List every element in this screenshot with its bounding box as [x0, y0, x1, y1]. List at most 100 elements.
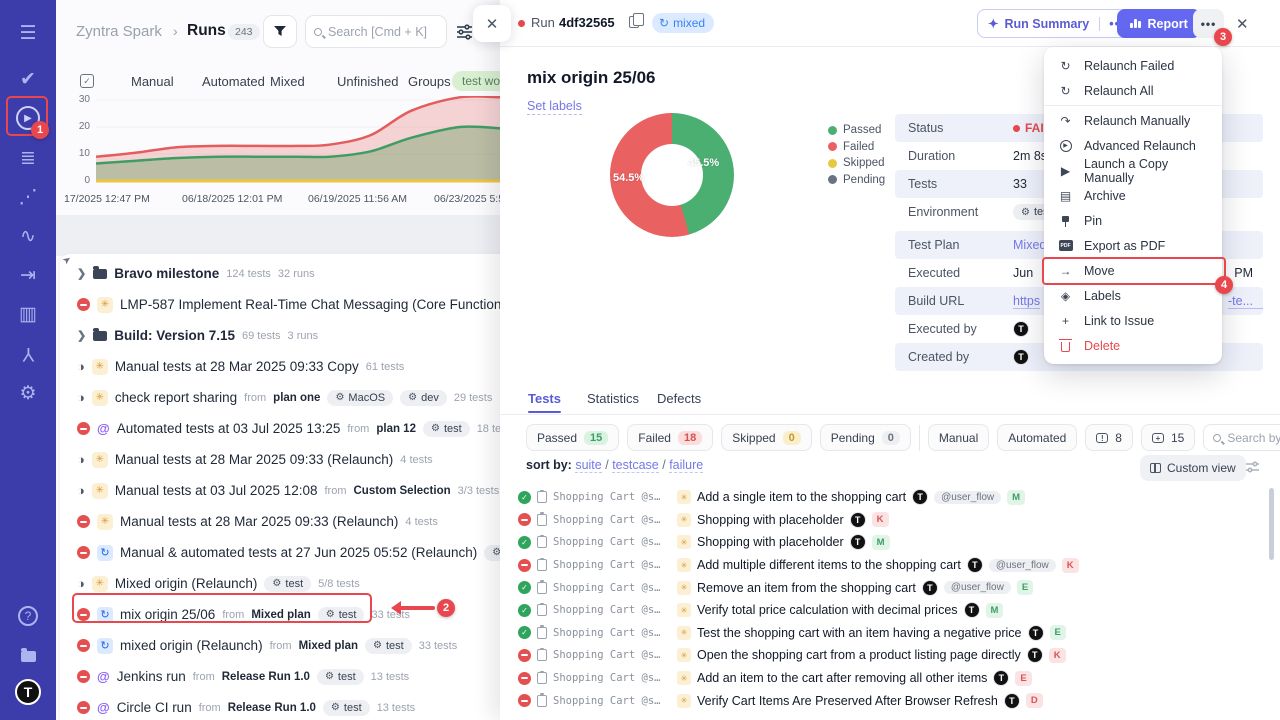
- assignee-avatar[interactable]: T: [1028, 625, 1044, 641]
- report-button[interactable]: Report: [1117, 9, 1201, 38]
- menu-item-labels[interactable]: ◈Labels: [1044, 283, 1222, 308]
- filter-button[interactable]: [263, 15, 297, 48]
- menu-icon[interactable]: ☰: [0, 18, 56, 48]
- run-row[interactable]: ↻mixed origin (Relaunch)fromMixed plan⚙t…: [60, 630, 500, 661]
- test-title[interactable]: Add a single item to the shopping cart: [697, 490, 906, 504]
- menu-item-relaunch-failed[interactable]: ↻Relaunch Failed: [1044, 53, 1222, 78]
- sort-failure[interactable]: failure: [669, 458, 703, 473]
- menu-item-archive[interactable]: ▤Archive: [1044, 183, 1222, 208]
- close-runs-panel-button[interactable]: ✕: [473, 5, 511, 42]
- test-row[interactable]: ✓Shopping Cart @s…✳Verify total price ca…: [518, 599, 1268, 622]
- build-url-link[interactable]: https: [1013, 294, 1040, 309]
- comment-plus-filter[interactable]: +15: [1141, 424, 1195, 451]
- test-row[interactable]: ✓Shopping Cart @s…✳Shopping with placeho…: [518, 531, 1268, 554]
- run-row[interactable]: ◑✳Manual tests at 28 Mar 2025 09:33 Copy…: [60, 351, 500, 382]
- menu-item-relaunch-manually[interactable]: ↷Relaunch Manually: [1044, 108, 1222, 133]
- sort-suite[interactable]: suite: [575, 458, 601, 473]
- test-row[interactable]: Shopping Cart @s…✳Shopping with placehol…: [518, 509, 1268, 532]
- run-row[interactable]: @Jenkins runfromRelease Run 1.0⚙test13 t…: [60, 661, 500, 692]
- plan-name[interactable]: Custom Selection: [354, 485, 451, 497]
- runs-tab-manual[interactable]: Manual: [131, 74, 174, 89]
- user-avatar[interactable]: T: [1013, 349, 1029, 365]
- custom-view-button[interactable]: Custom view: [1140, 455, 1246, 481]
- plan-name[interactable]: Mixed plan: [299, 640, 358, 652]
- menu-item-link-to-issue[interactable]: +Link to Issue: [1044, 308, 1222, 333]
- menu-item-export-as-pdf[interactable]: PDFExport as PDF: [1044, 233, 1222, 258]
- test-row[interactable]: Shopping Cart @s…✳Add multiple different…: [518, 554, 1268, 577]
- run-row[interactable]: ↻Manual & automated tests at 27 Jun 2025…: [60, 537, 500, 568]
- column-settings-icon[interactable]: [1245, 460, 1260, 479]
- run-row[interactable]: ↻mix origin 25/06fromMixed plan⚙test33 t…: [60, 599, 500, 630]
- menu-item-relaunch-all[interactable]: ↻Relaunch All: [1044, 78, 1222, 103]
- plan-name[interactable]: Mixed plan: [251, 609, 310, 621]
- assignee-avatar[interactable]: T: [850, 534, 866, 550]
- run-row[interactable]: ◑✳Manual tests at 03 Jul 2025 12:08fromC…: [60, 475, 500, 506]
- filter-skipped[interactable]: Skipped0: [721, 424, 812, 451]
- runs-tab-mixed[interactable]: Mixed: [270, 74, 305, 89]
- test-title[interactable]: Shopping with placeholder: [697, 513, 844, 527]
- test-title[interactable]: Verify Cart Items Are Preserved After Br…: [697, 694, 998, 708]
- scrollbar-thumb[interactable]: [1269, 488, 1274, 560]
- test-row[interactable]: ✓Shopping Cart @s…✳Test the shopping car…: [518, 622, 1268, 645]
- menu-item-launch-a-copy-manually[interactable]: ▶Launch a Copy Manually: [1044, 158, 1222, 183]
- run-row[interactable]: ◑✳Manual tests at 28 Mar 2025 09:33 (Rel…: [60, 444, 500, 475]
- copy-icon[interactable]: [629, 16, 639, 28]
- test-title[interactable]: Remove an item from the shopping cart: [697, 581, 916, 595]
- test-row[interactable]: Shopping Cart @s…✳Verify Cart Items Are …: [518, 689, 1268, 712]
- filter-passed[interactable]: Passed15: [526, 424, 619, 451]
- run-row[interactable]: ✳LMP-587 Implement Real-Time Chat Messag…: [60, 289, 500, 320]
- plan-name[interactable]: Release Run 1.0: [222, 671, 310, 683]
- assignee-avatar[interactable]: T: [1004, 693, 1020, 709]
- detail-tab-statistics[interactable]: Statistics: [587, 391, 639, 406]
- run-row[interactable]: ❯Build: Version 7.1569 tests3 runs: [60, 320, 500, 351]
- chevron-right-icon[interactable]: ❯: [77, 267, 86, 280]
- run-row[interactable]: ◑✳Mixed origin (Relaunch)⚙test5/8 tests: [60, 568, 500, 599]
- user-avatar[interactable]: T: [15, 679, 41, 705]
- assignee-avatar[interactable]: T: [964, 602, 980, 618]
- test-title[interactable]: Shopping with placeholder: [697, 535, 844, 549]
- assignee-avatar[interactable]: T: [993, 670, 1009, 686]
- test-title[interactable]: Add multiple different items to the shop…: [697, 558, 961, 572]
- analytics-icon[interactable]: ▥: [0, 299, 56, 329]
- test-row[interactable]: Shopping Cart @s…✳Add an item to the car…: [518, 667, 1268, 690]
- test-row[interactable]: ✓Shopping Cart @s…✳Remove an item from t…: [518, 576, 1268, 599]
- assignee-avatar[interactable]: T: [1027, 647, 1043, 663]
- tasks-list-icon[interactable]: ≣: [0, 143, 56, 173]
- run-row[interactable]: @Circle CI runfromRelease Run 1.0⚙test13…: [60, 692, 500, 720]
- run-row[interactable]: ❯Bravo milestone124 tests32 runs: [60, 258, 500, 289]
- assignee-avatar[interactable]: T: [850, 512, 866, 528]
- test-title[interactable]: Verify total price calculation with deci…: [697, 603, 958, 617]
- import-icon[interactable]: ⇥: [0, 260, 56, 290]
- check-icon[interactable]: ✔: [0, 64, 56, 94]
- sort-testcase[interactable]: testcase: [612, 458, 659, 473]
- set-labels-link[interactable]: Set labels: [527, 99, 582, 115]
- build-url-end[interactable]: -te...: [1228, 294, 1263, 309]
- test-title[interactable]: Test the shopping cart with an item havi…: [697, 626, 1022, 640]
- help-icon[interactable]: ?: [0, 601, 56, 631]
- breadcrumb-section[interactable]: Runs: [187, 22, 226, 40]
- run-summary-button[interactable]: ✦Run Summary •••: [977, 9, 1135, 38]
- menu-item-move[interactable]: →Move4: [1044, 258, 1222, 283]
- view-settings-icon[interactable]: [456, 23, 473, 45]
- filter-failed[interactable]: Failed18: [627, 424, 713, 451]
- plan-name[interactable]: plan one: [273, 392, 320, 404]
- menu-item-delete[interactable]: Delete: [1044, 333, 1222, 358]
- menu-item-advanced-relaunch[interactable]: ▶Advanced Relaunch: [1044, 133, 1222, 158]
- filter-manual[interactable]: Manual: [928, 424, 989, 451]
- steps-icon[interactable]: ⋰: [0, 182, 56, 212]
- assignee-avatar[interactable]: T: [922, 580, 938, 596]
- filter-automated[interactable]: Automated: [997, 424, 1077, 451]
- runs-tab-groups[interactable]: Groups: [408, 74, 451, 89]
- select-checkbox-icon[interactable]: ✓: [80, 74, 94, 88]
- pulse-icon[interactable]: ∿: [0, 221, 56, 251]
- branch-icon[interactable]: Y: [0, 338, 56, 368]
- breadcrumb-app[interactable]: Zyntra Spark: [76, 23, 162, 40]
- runs-tab-unfinished[interactable]: Unfinished: [337, 74, 398, 89]
- runs-tab-automated[interactable]: Automated: [202, 74, 265, 89]
- detail-tab-tests[interactable]: Tests: [528, 391, 561, 406]
- menu-item-pin[interactable]: Pin: [1044, 208, 1222, 233]
- assignee-avatar[interactable]: T: [967, 557, 983, 573]
- run-row[interactable]: ◑✳check report sharingfromplan one⚙MacOS…: [60, 382, 500, 413]
- run-row[interactable]: @Automated tests at 03 Jul 2025 13:25fro…: [60, 413, 500, 444]
- comment-exclaim-filter[interactable]: !8: [1085, 424, 1133, 451]
